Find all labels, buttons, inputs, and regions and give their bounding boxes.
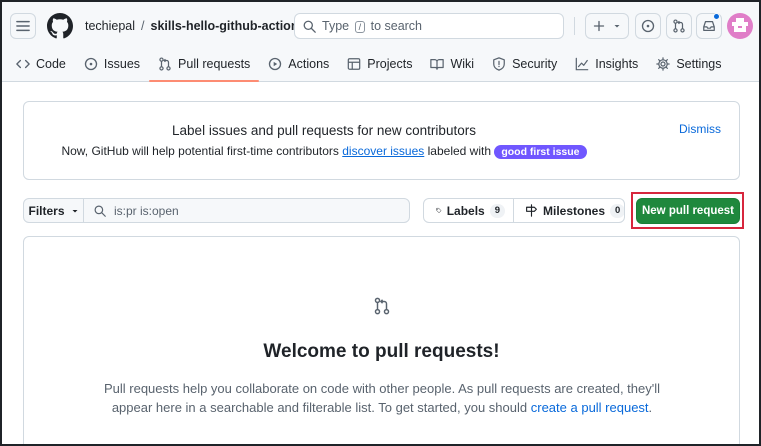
book-icon [430, 59, 445, 70]
github-logo-icon[interactable] [47, 13, 73, 39]
filters-dropdown[interactable]: Filters [24, 199, 84, 222]
empty-state-panel: Welcome to pull requests! Pull requests … [23, 236, 740, 444]
tab-label: Code [36, 57, 66, 71]
tab-projects[interactable]: Projects [338, 50, 421, 78]
browser-frame: techiepal / skills-hello-github-actions … [0, 0, 761, 446]
user-avatar[interactable] [727, 13, 753, 39]
tab-label: Settings [676, 57, 722, 71]
path-separator: / [141, 19, 145, 33]
search-query: is:pr is:open [114, 203, 179, 218]
milestones-count: 0 [610, 203, 624, 218]
tab-label: Issues [103, 57, 141, 71]
pull-request-icon [159, 57, 171, 71]
shield-icon [493, 57, 505, 71]
search-icon [94, 205, 106, 217]
banner-text: Now, GitHub will help potential first-ti… [24, 144, 740, 159]
milestones-button[interactable]: Milestones 0 [513, 199, 624, 222]
identicon-icon [732, 18, 748, 32]
repo-breadcrumb: techiepal / skills-hello-github-actions [85, 19, 305, 33]
tab-actions[interactable]: Actions [259, 50, 338, 78]
tab-label: Insights [595, 57, 639, 71]
discover-issues-link[interactable]: discover issues [342, 144, 424, 158]
plus-icon [593, 20, 605, 32]
table-icon [347, 58, 361, 70]
hamburger-icon [16, 20, 30, 32]
git-pull-request-icon [374, 297, 390, 315]
inbox-icon [703, 21, 715, 31]
issue-opened-icon [641, 19, 655, 33]
git-pull-request-icon [673, 19, 685, 33]
create-pull-request-link[interactable]: create a pull request [531, 400, 649, 415]
global-search-input[interactable]: Type / to search [294, 13, 564, 39]
good-first-issue-label[interactable]: good first issue [494, 145, 587, 159]
tab-label: Wiki [450, 57, 475, 71]
dismiss-button[interactable]: Dismiss [679, 122, 721, 136]
tab-label: Actions [288, 57, 330, 71]
pull-requests-button[interactable] [666, 13, 692, 39]
tab-issues[interactable]: Issues [75, 50, 149, 78]
tag-icon [436, 207, 442, 214]
labels-button[interactable]: Labels 9 [424, 199, 513, 222]
pr-search-input[interactable]: is:pr is:open [84, 199, 409, 222]
unread-notification-dot [713, 13, 720, 20]
tab-label: Pull requests [178, 57, 251, 71]
tab-code[interactable]: Code [2, 50, 75, 78]
labels-count: 9 [489, 203, 505, 218]
new-pull-request-button[interactable]: New pull request [636, 198, 740, 224]
issue-icon [84, 57, 98, 71]
slash-key-hint: / [354, 21, 366, 33]
tab-security[interactable]: Security [483, 50, 566, 78]
triangle-down-icon [614, 25, 620, 28]
empty-state-title: Welcome to pull requests! [263, 341, 500, 362]
graph-icon [575, 57, 589, 71]
tab-label: Security [512, 57, 558, 71]
repo-name-link[interactable]: skills-hello-github-actions [151, 19, 306, 33]
milestone-icon [526, 204, 537, 217]
menu-button[interactable] [10, 13, 36, 39]
tab-wiki[interactable]: Wiki [421, 50, 483, 78]
new-contributors-banner: Label issues and pull requests for new c… [23, 101, 740, 180]
code-icon [16, 59, 30, 69]
banner-title: Label issues and pull requests for new c… [172, 123, 476, 138]
repo-owner-link[interactable]: techiepal [85, 19, 135, 33]
tab-settings[interactable]: Settings [647, 50, 730, 78]
repo-header: techiepal / skills-hello-github-actions … [2, 2, 759, 82]
gear-icon [656, 57, 671, 71]
tab-pull-requests[interactable]: Pull requests [149, 50, 260, 82]
repo-nav-tabs: Code Issues Pull requests Actions Projec… [2, 50, 730, 82]
search-icon [303, 20, 316, 33]
empty-state-description: Pull requests help you collaborate on co… [103, 381, 661, 415]
play-icon [269, 57, 282, 71]
create-new-button[interactable] [585, 13, 629, 39]
triangle-down-icon [72, 209, 77, 212]
search-placeholder: Type / to search [322, 19, 423, 33]
issues-button[interactable] [635, 13, 661, 39]
tab-label: Projects [367, 57, 413, 71]
labels-milestones-group: Labels 9 Milestones 0 [423, 198, 625, 223]
tab-insights[interactable]: Insights [566, 50, 647, 78]
header-divider [574, 17, 575, 35]
filter-bar: Filters is:pr is:open [23, 198, 410, 223]
